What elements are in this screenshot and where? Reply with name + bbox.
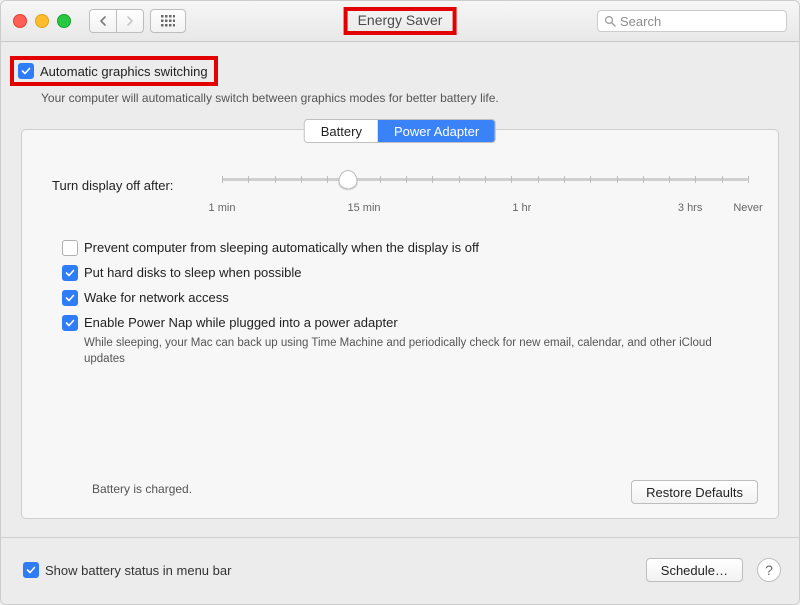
show-battery-status-label: Show battery status in menu bar	[45, 563, 231, 578]
power-source-tabs: Battery Power Adapter	[304, 119, 496, 143]
power-adapter-options: Prevent computer from sleeping automatic…	[62, 240, 748, 367]
tick-1hr: 1 hr	[512, 202, 531, 214]
power-nap-label: Enable Power Nap while plugged into a po…	[84, 315, 398, 330]
tab-power-adapter[interactable]: Power Adapter	[378, 120, 495, 142]
restore-defaults-button[interactable]: Restore Defaults	[631, 480, 758, 504]
window-controls	[13, 14, 71, 28]
energy-saver-window: Energy Saver Search Automatic graphics s…	[0, 0, 800, 605]
tab-battery[interactable]: Battery	[305, 120, 378, 142]
search-placeholder: Search	[620, 14, 661, 29]
display-sleep-slider[interactable]	[222, 178, 748, 181]
back-button[interactable]	[89, 9, 117, 33]
show-all-button[interactable]	[150, 9, 186, 33]
chevron-right-icon	[126, 16, 134, 26]
battery-status-text: Battery is charged.	[92, 482, 192, 496]
show-battery-status-checkbox[interactable]	[23, 562, 39, 578]
checkmark-icon	[26, 565, 36, 575]
auto-graphics-switching-row: Automatic graphics switching	[10, 56, 218, 86]
hdd-sleep-checkbox[interactable]	[62, 265, 78, 281]
checkmark-icon	[65, 293, 75, 303]
wake-network-label: Wake for network access	[84, 290, 229, 305]
chevron-left-icon	[99, 16, 107, 26]
power-nap-description: While sleeping, your Mac can back up usi…	[84, 336, 724, 367]
schedule-button[interactable]: Schedule…	[646, 558, 743, 582]
auto-graphics-highlight: Automatic graphics switching	[10, 56, 218, 86]
wake-network-checkbox[interactable]	[62, 290, 78, 306]
titlebar: Energy Saver Search	[1, 1, 799, 42]
toolbar-nav	[89, 9, 186, 33]
auto-graphics-switching-description: Your computer will automatically switch …	[41, 91, 499, 105]
checkmark-icon	[65, 318, 75, 328]
auto-graphics-switching-label: Automatic graphics switching	[40, 64, 208, 79]
tick-15min: 15 min	[348, 202, 381, 214]
bottom-bar: Show battery status in menu bar Schedule…	[1, 537, 799, 604]
display-sleep-label: Turn display off after:	[52, 178, 173, 193]
help-icon: ?	[765, 562, 773, 578]
checkmark-icon	[65, 268, 75, 278]
tick-3hrs: 3 hrs	[678, 202, 702, 214]
search-field[interactable]: Search	[597, 10, 787, 32]
zoom-window-button[interactable]	[57, 14, 71, 28]
checkmark-icon	[21, 66, 31, 76]
prevent-sleep-label: Prevent computer from sleeping automatic…	[84, 240, 479, 255]
title-highlight: Energy Saver	[344, 7, 457, 35]
help-button[interactable]: ?	[757, 558, 781, 582]
power-nap-checkbox[interactable]	[62, 315, 78, 331]
minimize-window-button[interactable]	[35, 14, 49, 28]
window-title: Energy Saver	[358, 12, 443, 28]
search-icon	[604, 15, 616, 27]
slider-knob[interactable]	[339, 170, 358, 189]
grid-icon	[161, 15, 175, 27]
power-settings-panel: Battery Power Adapter Turn display off a…	[21, 129, 779, 519]
forward-button[interactable]	[116, 9, 144, 33]
prevent-sleep-checkbox[interactable]	[62, 240, 78, 256]
show-battery-status-row: Show battery status in menu bar	[23, 562, 231, 578]
tick-1min: 1 min	[209, 202, 236, 214]
hdd-sleep-label: Put hard disks to sleep when possible	[84, 265, 302, 280]
tick-never: Never	[733, 202, 762, 214]
prefpane-body: Automatic graphics switching Your comput…	[1, 41, 799, 604]
close-window-button[interactable]	[13, 14, 27, 28]
auto-graphics-switching-checkbox[interactable]	[18, 63, 34, 79]
